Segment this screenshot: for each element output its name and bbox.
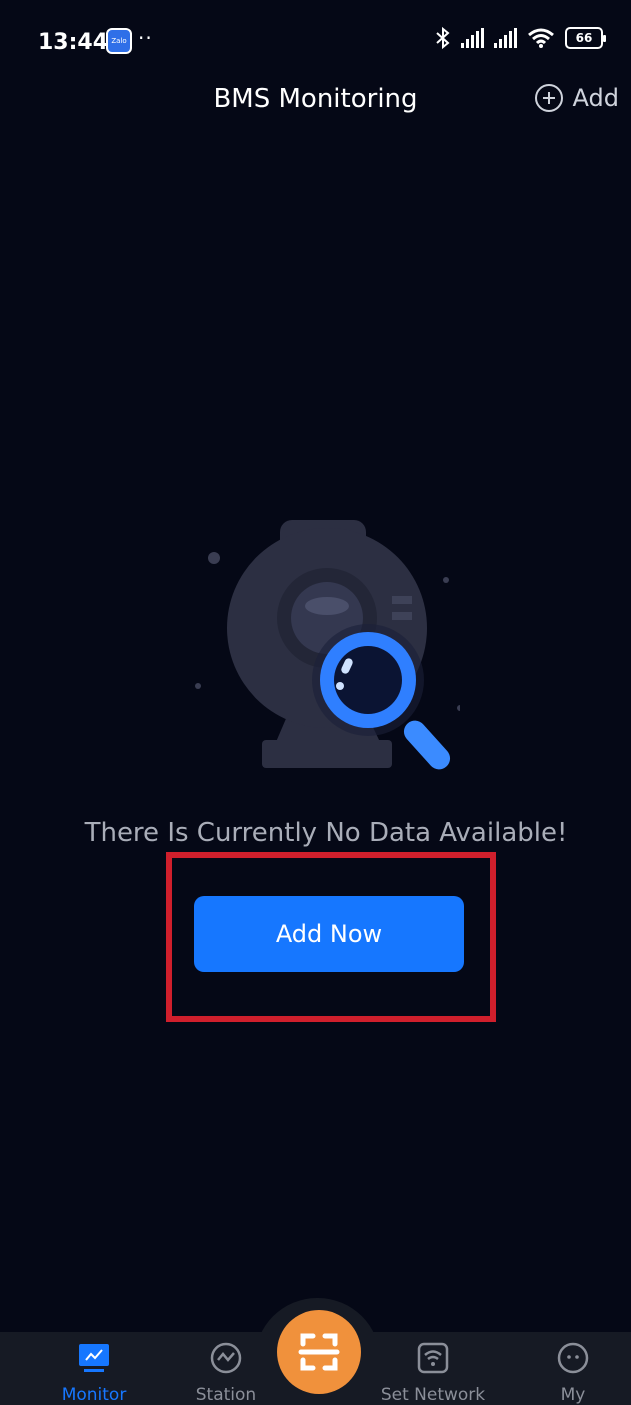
add-label: Add: [572, 84, 619, 112]
nav-label-my: My: [560, 1385, 586, 1405]
profile-face-icon: [557, 1342, 589, 1374]
scan-button[interactable]: [277, 1310, 361, 1394]
station-gauge-icon: [210, 1342, 242, 1374]
status-time: 13:44: [38, 30, 109, 55]
battery-icon: 66: [565, 27, 606, 49]
empty-state-message: There Is Currently No Data Available!: [84, 818, 568, 848]
nav-label-monitor: Monitor: [61, 1385, 127, 1405]
nav-item-station[interactable]: Station: [166, 1342, 286, 1405]
nav-item-set-network[interactable]: Set Network: [373, 1342, 493, 1405]
signal-icon-2: [494, 28, 517, 48]
no-data-illustration-icon: [195, 520, 460, 770]
nav-label-station: Station: [195, 1385, 257, 1405]
nav-item-my[interactable]: My: [513, 1342, 631, 1405]
app-header: BMS Monitoring Add: [0, 70, 631, 130]
bluetooth-icon: [436, 26, 450, 50]
app-badge-label: Zalo: [111, 37, 127, 45]
add-now-button[interactable]: Add Now: [194, 896, 464, 972]
add-device-button[interactable]: Add: [534, 84, 619, 112]
notification-dots: ··: [138, 26, 153, 50]
wifi-icon: [417, 1342, 449, 1374]
status-right: 66: [435, 26, 606, 50]
wifi-status-icon: [528, 28, 554, 48]
nav-label-set-network: Set Network: [380, 1385, 486, 1405]
monitor-chart-icon: [79, 1344, 109, 1372]
nav-item-monitor[interactable]: Monitor: [34, 1342, 154, 1405]
signal-icon: [461, 28, 484, 48]
zalo-app-icon: Zalo: [106, 28, 132, 54]
scan-icon: [298, 1333, 340, 1371]
plus-circle-icon: [534, 84, 563, 112]
